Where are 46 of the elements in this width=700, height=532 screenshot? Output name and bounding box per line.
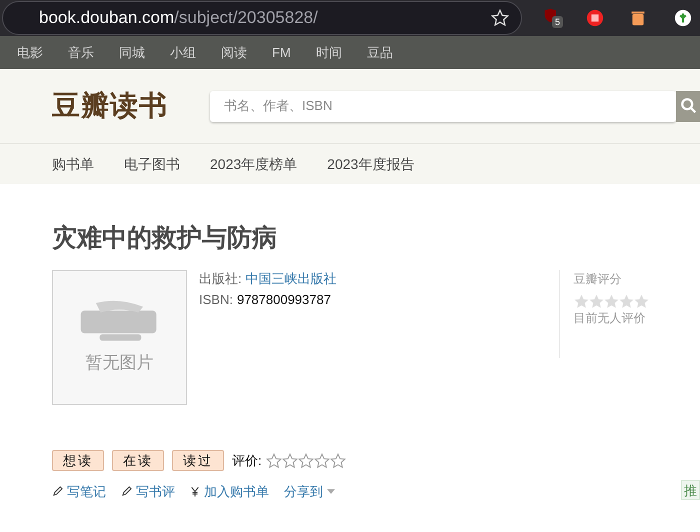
no-image-text: 暂无图片 bbox=[86, 352, 154, 374]
url-path: /subject/20305828/ bbox=[174, 7, 318, 30]
nav-link[interactable]: 时间 bbox=[316, 42, 342, 62]
search-field[interactable]: 书名、作者、ISBN bbox=[210, 90, 676, 122]
status-button[interactable]: 想读 bbox=[52, 450, 104, 471]
status-button[interactable]: 在读 bbox=[112, 450, 164, 471]
status-button[interactable]: 读过 bbox=[172, 450, 224, 471]
site-logo[interactable]: 豆瓣读书 bbox=[52, 85, 168, 127]
info-value: 9787800993787 bbox=[236, 291, 331, 309]
pencil-icon bbox=[52, 486, 63, 498]
nav-link[interactable]: 豆品 bbox=[366, 42, 393, 62]
action-link[interactable]: 加入购书单 bbox=[190, 482, 269, 502]
sub-nav-link[interactable]: 2023年度榜单 bbox=[210, 154, 298, 174]
star-icon[interactable] bbox=[491, 9, 509, 27]
info-label: ISBN: bbox=[199, 291, 233, 309]
search-button[interactable] bbox=[676, 90, 700, 122]
side-tag[interactable]: 推 bbox=[681, 480, 700, 500]
action-link[interactable]: 写书评 bbox=[121, 482, 175, 502]
book-title: 灾难中的救护与防病 bbox=[52, 223, 278, 254]
address-bar[interactable]: book.douban.com/subject/20305828/ bbox=[2, 1, 522, 35]
nav-link[interactable]: 阅读 bbox=[221, 42, 247, 62]
yen-icon bbox=[190, 486, 200, 498]
pencil-icon bbox=[121, 486, 132, 498]
caret-icon bbox=[327, 489, 335, 494]
info-label: 出版社: bbox=[199, 270, 242, 288]
extension-icon[interactable] bbox=[586, 9, 604, 27]
publisher-link[interactable]: 中国三峡出版社 bbox=[246, 270, 337, 288]
action-link[interactable]: 分享到 bbox=[284, 482, 335, 502]
sub-nav-link[interactable]: 购书单 bbox=[52, 154, 94, 174]
search-input[interactable]: 书名、作者、ISBN bbox=[224, 96, 676, 116]
action-link[interactable]: 写笔记 bbox=[52, 482, 106, 502]
nav-link[interactable]: 同城 bbox=[119, 42, 145, 62]
rating-note: 目前无人评价 bbox=[574, 310, 647, 327]
rating-label: 评价: bbox=[232, 452, 262, 470]
my-rating-stars[interactable] bbox=[266, 452, 346, 468]
url-host: book.douban.com bbox=[39, 7, 174, 30]
nav-link[interactable]: FM bbox=[272, 42, 291, 62]
nav-link[interactable]: 小组 bbox=[170, 42, 196, 62]
nav-link[interactable]: 电影 bbox=[17, 42, 43, 62]
sub-nav-link[interactable]: 电子图书 bbox=[124, 154, 180, 174]
search-icon bbox=[680, 97, 698, 115]
extension-badge: 5 bbox=[552, 16, 564, 28]
nav-link[interactable]: 音乐 bbox=[68, 42, 94, 62]
rating-title: 豆瓣评分 bbox=[574, 271, 623, 288]
sub-nav-link[interactable]: 2023年度报告 bbox=[327, 154, 414, 174]
trash-icon[interactable] bbox=[630, 9, 646, 27]
